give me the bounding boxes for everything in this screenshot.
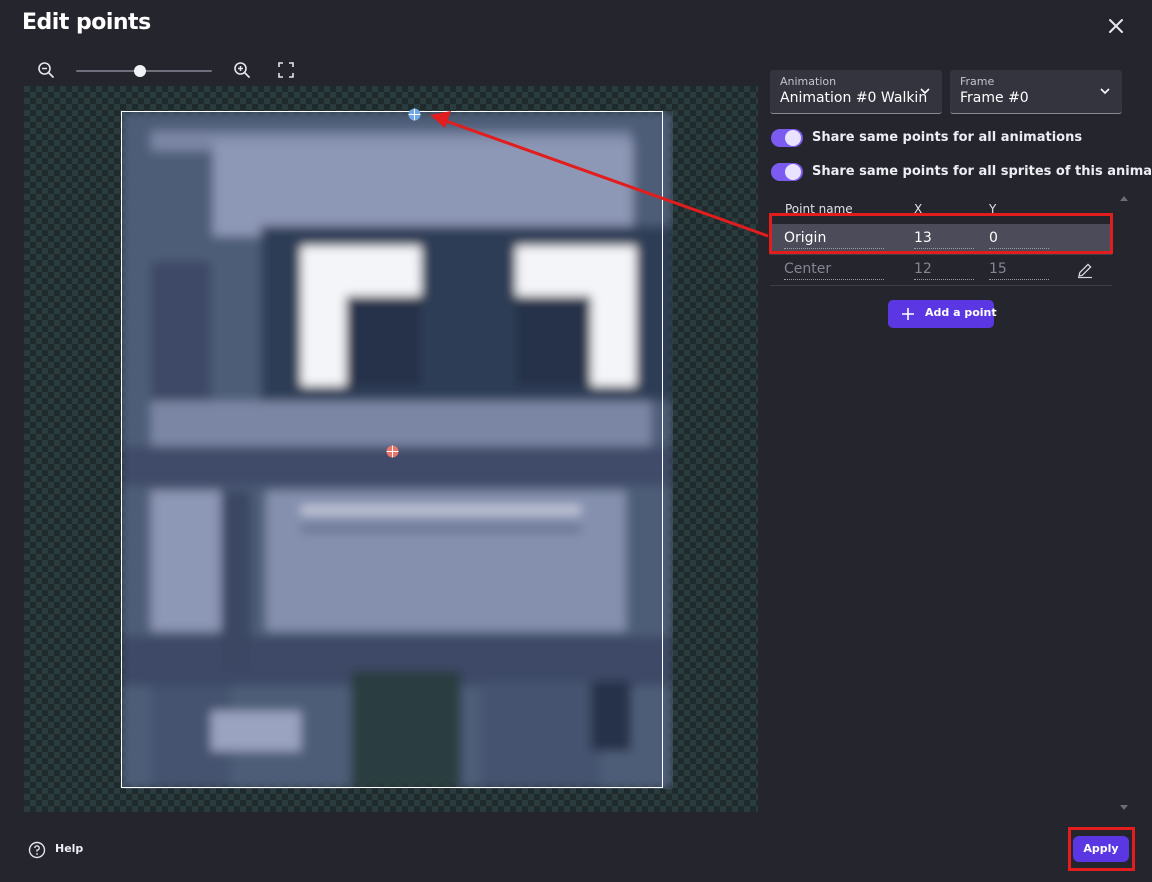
animation-select-label: Animation bbox=[780, 75, 837, 88]
zoom-out-button[interactable] bbox=[36, 60, 56, 80]
point-y-field[interactable]: 15 bbox=[989, 260, 1049, 280]
animation-select-value: Animation #0 Walkin bbox=[780, 90, 928, 106]
pencil-icon bbox=[1078, 263, 1092, 279]
close-icon bbox=[1109, 19, 1123, 33]
help-icon bbox=[28, 841, 46, 859]
add-point-label: Add a point bbox=[925, 306, 997, 319]
chevron-down-icon bbox=[920, 88, 930, 95]
frame-select-label: Frame bbox=[960, 75, 995, 88]
sprite-canvas[interactable] bbox=[24, 86, 758, 812]
chevron-down-icon bbox=[1100, 88, 1110, 95]
frame-select-value: Frame #0 bbox=[960, 90, 1029, 106]
apply-button[interactable]: Apply bbox=[1073, 836, 1129, 862]
frame-select[interactable]: Frame Frame #0 bbox=[950, 70, 1122, 114]
close-button[interactable] bbox=[1104, 14, 1128, 38]
point-x-field[interactable]: 12 bbox=[914, 260, 974, 280]
panel-scrollbar[interactable] bbox=[1119, 196, 1129, 816]
point-row-center[interactable]: Center 12 15 bbox=[770, 255, 1112, 285]
point-y-field[interactable]: 0 bbox=[989, 229, 1049, 249]
dialog-title: Edit points bbox=[22, 10, 151, 35]
help-label: Help bbox=[55, 842, 84, 855]
scroll-up-arrow-icon[interactable] bbox=[1120, 196, 1128, 201]
edit-point-button[interactable] bbox=[1076, 261, 1094, 279]
point-x-field[interactable]: 13 bbox=[914, 229, 974, 249]
share-points-animations-label: Share same points for all animations bbox=[812, 130, 1083, 145]
column-header-x: X bbox=[914, 202, 923, 216]
row-divider bbox=[770, 285, 1112, 286]
animation-select[interactable]: Animation Animation #0 Walkin bbox=[770, 70, 942, 114]
add-point-button[interactable]: Add a point bbox=[888, 300, 997, 328]
zoom-in-button[interactable] bbox=[232, 60, 252, 80]
zoom-in-icon bbox=[234, 62, 250, 78]
share-points-sprites-label: Share same points for all sprites of thi… bbox=[812, 164, 1152, 179]
center-point-marker[interactable] bbox=[386, 443, 399, 458]
share-points-sprites-row: Share same points for all sprites of thi… bbox=[771, 162, 1152, 182]
scroll-down-arrow-icon[interactable] bbox=[1120, 805, 1128, 810]
column-header-y: Y bbox=[989, 202, 997, 216]
share-points-animations-toggle[interactable] bbox=[771, 129, 803, 147]
fullscreen-icon bbox=[278, 62, 294, 78]
point-name-field[interactable]: Center bbox=[784, 260, 884, 280]
point-name-field[interactable]: Origin bbox=[784, 229, 884, 249]
share-points-animations-row: Share same points for all animations bbox=[771, 128, 1121, 148]
zoom-slider-thumb[interactable] bbox=[133, 65, 146, 77]
origin-point-marker[interactable] bbox=[408, 106, 421, 121]
plus-icon bbox=[902, 308, 914, 320]
column-header-point-name: Point name bbox=[785, 202, 853, 216]
fit-to-screen-button[interactable] bbox=[276, 60, 296, 80]
point-row-origin[interactable]: Origin 13 0 bbox=[770, 224, 1112, 254]
zoom-out-icon bbox=[38, 62, 54, 78]
zoom-toolbar bbox=[36, 60, 336, 82]
share-points-sprites-toggle[interactable] bbox=[771, 163, 803, 181]
